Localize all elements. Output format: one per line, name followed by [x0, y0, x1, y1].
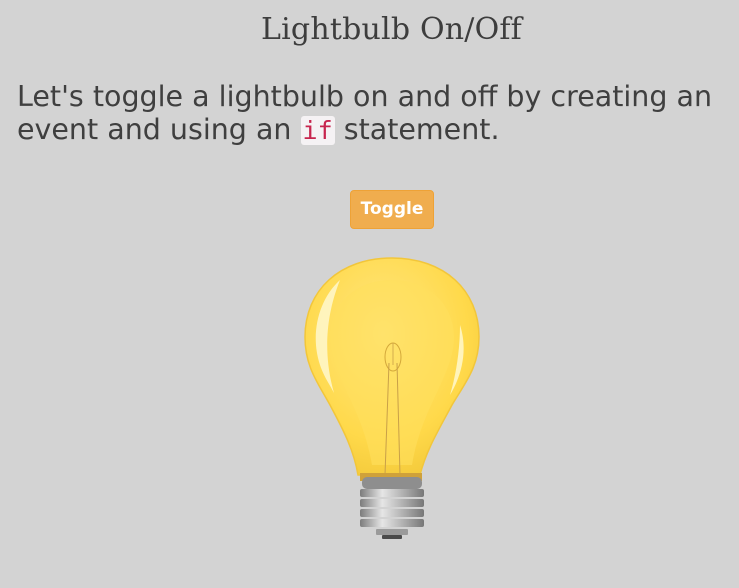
bulb-base-collar [362, 477, 422, 489]
intro-code-if: if [300, 116, 335, 145]
intro-text: Let's toggle a lightbulb on and off by c… [17, 80, 732, 147]
lightbulb-image [304, 257, 480, 539]
page-title: Lightbulb On/Off [261, 12, 522, 47]
toggle-button[interactable]: Toggle [350, 190, 434, 229]
intro-text-after: statement. [334, 113, 500, 146]
bulb-base-tip [382, 535, 402, 539]
